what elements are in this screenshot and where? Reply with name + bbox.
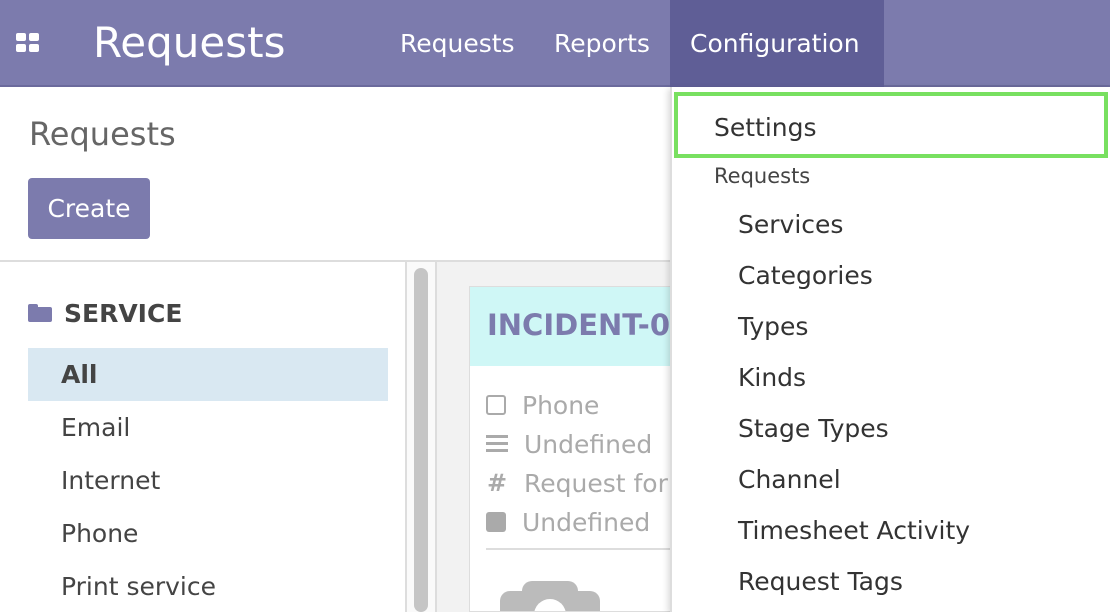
service-item-phone[interactable]: Phone — [28, 507, 388, 560]
card-row-type: # Request for — [486, 468, 668, 498]
configuration-dropdown: Settings Requests Services Categories Ty… — [670, 87, 1110, 612]
service-header-label: SERVICE — [64, 298, 183, 328]
card-header: INCIDENT-0 — [470, 287, 671, 366]
hash-icon: # — [486, 469, 508, 497]
service-item-internet[interactable]: Internet — [28, 454, 388, 507]
service-item-email[interactable]: Email — [28, 401, 388, 454]
menu-item-categories[interactable]: Categories — [672, 250, 873, 301]
nav-configuration[interactable]: Configuration — [670, 0, 884, 87]
search-panel: SERVICE All Email Internet Phone Print s… — [0, 262, 406, 612]
sidebar-scrollbar[interactable] — [405, 262, 437, 612]
nav-requests[interactable]: Requests — [380, 0, 535, 87]
menu-item-channel[interactable]: Channel — [672, 454, 841, 505]
create-button[interactable]: Create — [28, 178, 150, 239]
card-row-channel: Phone — [486, 390, 599, 420]
card-row-kind: Undefined — [486, 507, 650, 537]
menu-section-requests: Requests — [714, 164, 811, 188]
card-row-category: Undefined — [486, 429, 652, 459]
page-title: Requests — [29, 115, 176, 153]
menu-item-types[interactable]: Types — [672, 301, 808, 352]
apps-grid-icon[interactable] — [16, 33, 40, 53]
card-row-text: Phone — [522, 390, 600, 420]
menu-item-timesheet-activity[interactable]: Timesheet Activity — [672, 505, 970, 556]
card-title: INCIDENT-0 — [487, 308, 671, 342]
folder-icon — [28, 304, 52, 322]
square-icon — [486, 512, 506, 532]
menu-item-stage-types[interactable]: Stage Types — [672, 403, 889, 454]
card-row-text: Undefined — [524, 429, 653, 459]
card-row-text: Undefined — [522, 507, 651, 537]
scrollbar-thumb[interactable] — [414, 268, 428, 612]
card-row-text: Request for — [524, 468, 668, 498]
top-navbar: Requests Requests Reports Configuration — [0, 0, 1110, 87]
nav-reports[interactable]: Reports — [534, 0, 670, 87]
camera-icon — [500, 581, 600, 611]
app-title: Requests — [93, 18, 286, 67]
checkbox-icon — [486, 395, 506, 415]
service-filter-header: SERVICE — [28, 298, 182, 328]
service-item-all[interactable]: All — [28, 348, 388, 401]
service-item-print-service[interactable]: Print service — [28, 560, 388, 612]
request-card[interactable]: INCIDENT-0 Phone Undefined # Request for… — [469, 286, 672, 612]
menu-item-kinds[interactable]: Kinds — [672, 352, 806, 403]
bars-icon — [486, 433, 508, 455]
menu-item-request-tags[interactable]: Request Tags — [672, 556, 903, 607]
card-divider — [486, 548, 671, 550]
settings-highlight — [674, 92, 1108, 158]
menu-item-services[interactable]: Services — [672, 199, 843, 250]
